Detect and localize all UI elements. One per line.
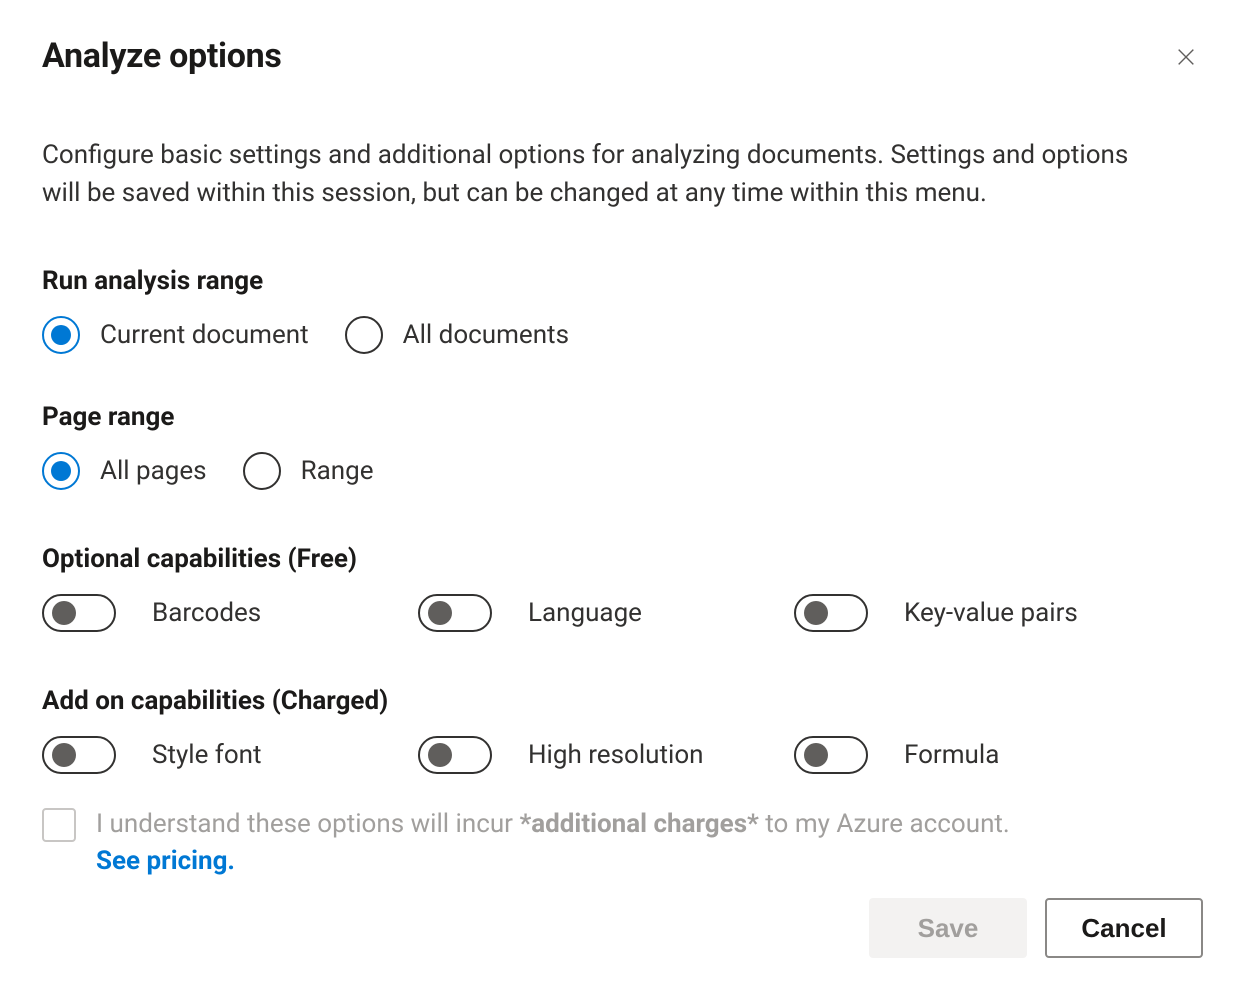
ack-text-post: to my Azure account.: [759, 809, 1010, 839]
toggle-style-font[interactable]: [42, 736, 116, 774]
toggle-thumb-icon: [428, 743, 452, 767]
cancel-button[interactable]: Cancel: [1045, 898, 1203, 958]
dialog-title: Analyze options: [42, 36, 282, 76]
ack-text-pre: I understand these options will incur: [96, 809, 519, 839]
page-range-group: All pages Range: [42, 452, 1203, 490]
toggle-language[interactable]: [418, 594, 492, 632]
close-icon: [1175, 56, 1197, 71]
radio-icon-selected: [42, 316, 80, 354]
toggle-label: Formula: [904, 740, 999, 770]
run-range-group: Current document All documents: [42, 316, 1203, 354]
radio-current-document[interactable]: Current document: [42, 316, 309, 354]
radio-range[interactable]: Range: [243, 452, 374, 490]
radio-icon-unselected: [243, 452, 281, 490]
toggle-thumb-icon: [804, 601, 828, 625]
dialog-description: Configure basic settings and additional …: [42, 137, 1142, 212]
close-button[interactable]: [1169, 40, 1203, 77]
radio-icon-unselected: [345, 316, 383, 354]
toggle-label: Key-value pairs: [904, 598, 1078, 628]
toggle-high-resolution[interactable]: [418, 736, 492, 774]
toggle-barcodes[interactable]: [42, 594, 116, 632]
ack-checkbox[interactable]: [42, 808, 76, 842]
see-pricing-link[interactable]: See pricing.: [96, 846, 235, 876]
ack-text: I understand these options will incur *a…: [96, 806, 1010, 879]
section-page-range-label: Page range: [42, 402, 1203, 432]
radio-icon-selected: [42, 452, 80, 490]
toggle-thumb-icon: [52, 601, 76, 625]
radio-all-pages[interactable]: All pages: [42, 452, 207, 490]
radio-label: All pages: [100, 456, 207, 486]
addon-caps-group: Style font High resolution Formula: [42, 736, 1203, 774]
optional-caps-group: Barcodes Language Key-value pairs: [42, 594, 1203, 632]
toggle-label: High resolution: [528, 740, 704, 770]
toggle-thumb-icon: [52, 743, 76, 767]
radio-label: Range: [301, 456, 374, 486]
ack-text-bold: *additional charges*: [519, 809, 758, 839]
acknowledgement-row: I understand these options will incur *a…: [42, 806, 1203, 879]
radio-label: All documents: [403, 320, 569, 350]
toggle-thumb-icon: [428, 601, 452, 625]
toggle-thumb-icon: [804, 743, 828, 767]
save-button[interactable]: Save: [869, 898, 1027, 958]
radio-all-documents[interactable]: All documents: [345, 316, 569, 354]
toggle-key-value-pairs[interactable]: [794, 594, 868, 632]
section-run-range-label: Run analysis range: [42, 266, 1203, 296]
section-addon-caps-label: Add on capabilities (Charged): [42, 686, 1203, 716]
toggle-label: Style font: [152, 740, 262, 770]
toggle-label: Language: [528, 598, 642, 628]
section-optional-caps-label: Optional capabilities (Free): [42, 544, 1203, 574]
radio-label: Current document: [100, 320, 309, 350]
dialog-footer: Save Cancel: [869, 898, 1203, 958]
toggle-formula[interactable]: [794, 736, 868, 774]
toggle-label: Barcodes: [152, 598, 261, 628]
